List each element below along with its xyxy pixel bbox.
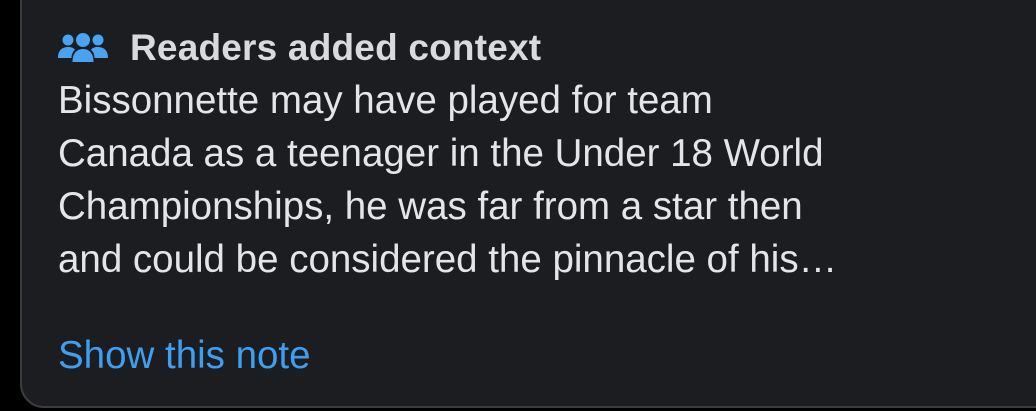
note-title: Readers added context — [130, 27, 542, 68]
show-this-note-link[interactable]: Show this note — [58, 332, 311, 380]
note-body-text: Bissonnette may have played for team Can… — [58, 79, 838, 281]
people-group-icon — [58, 28, 108, 68]
note-header: Readers added context — [58, 22, 541, 74]
community-note-card[interactable]: Readers added context Bissonnette may ha… — [20, 0, 1036, 408]
